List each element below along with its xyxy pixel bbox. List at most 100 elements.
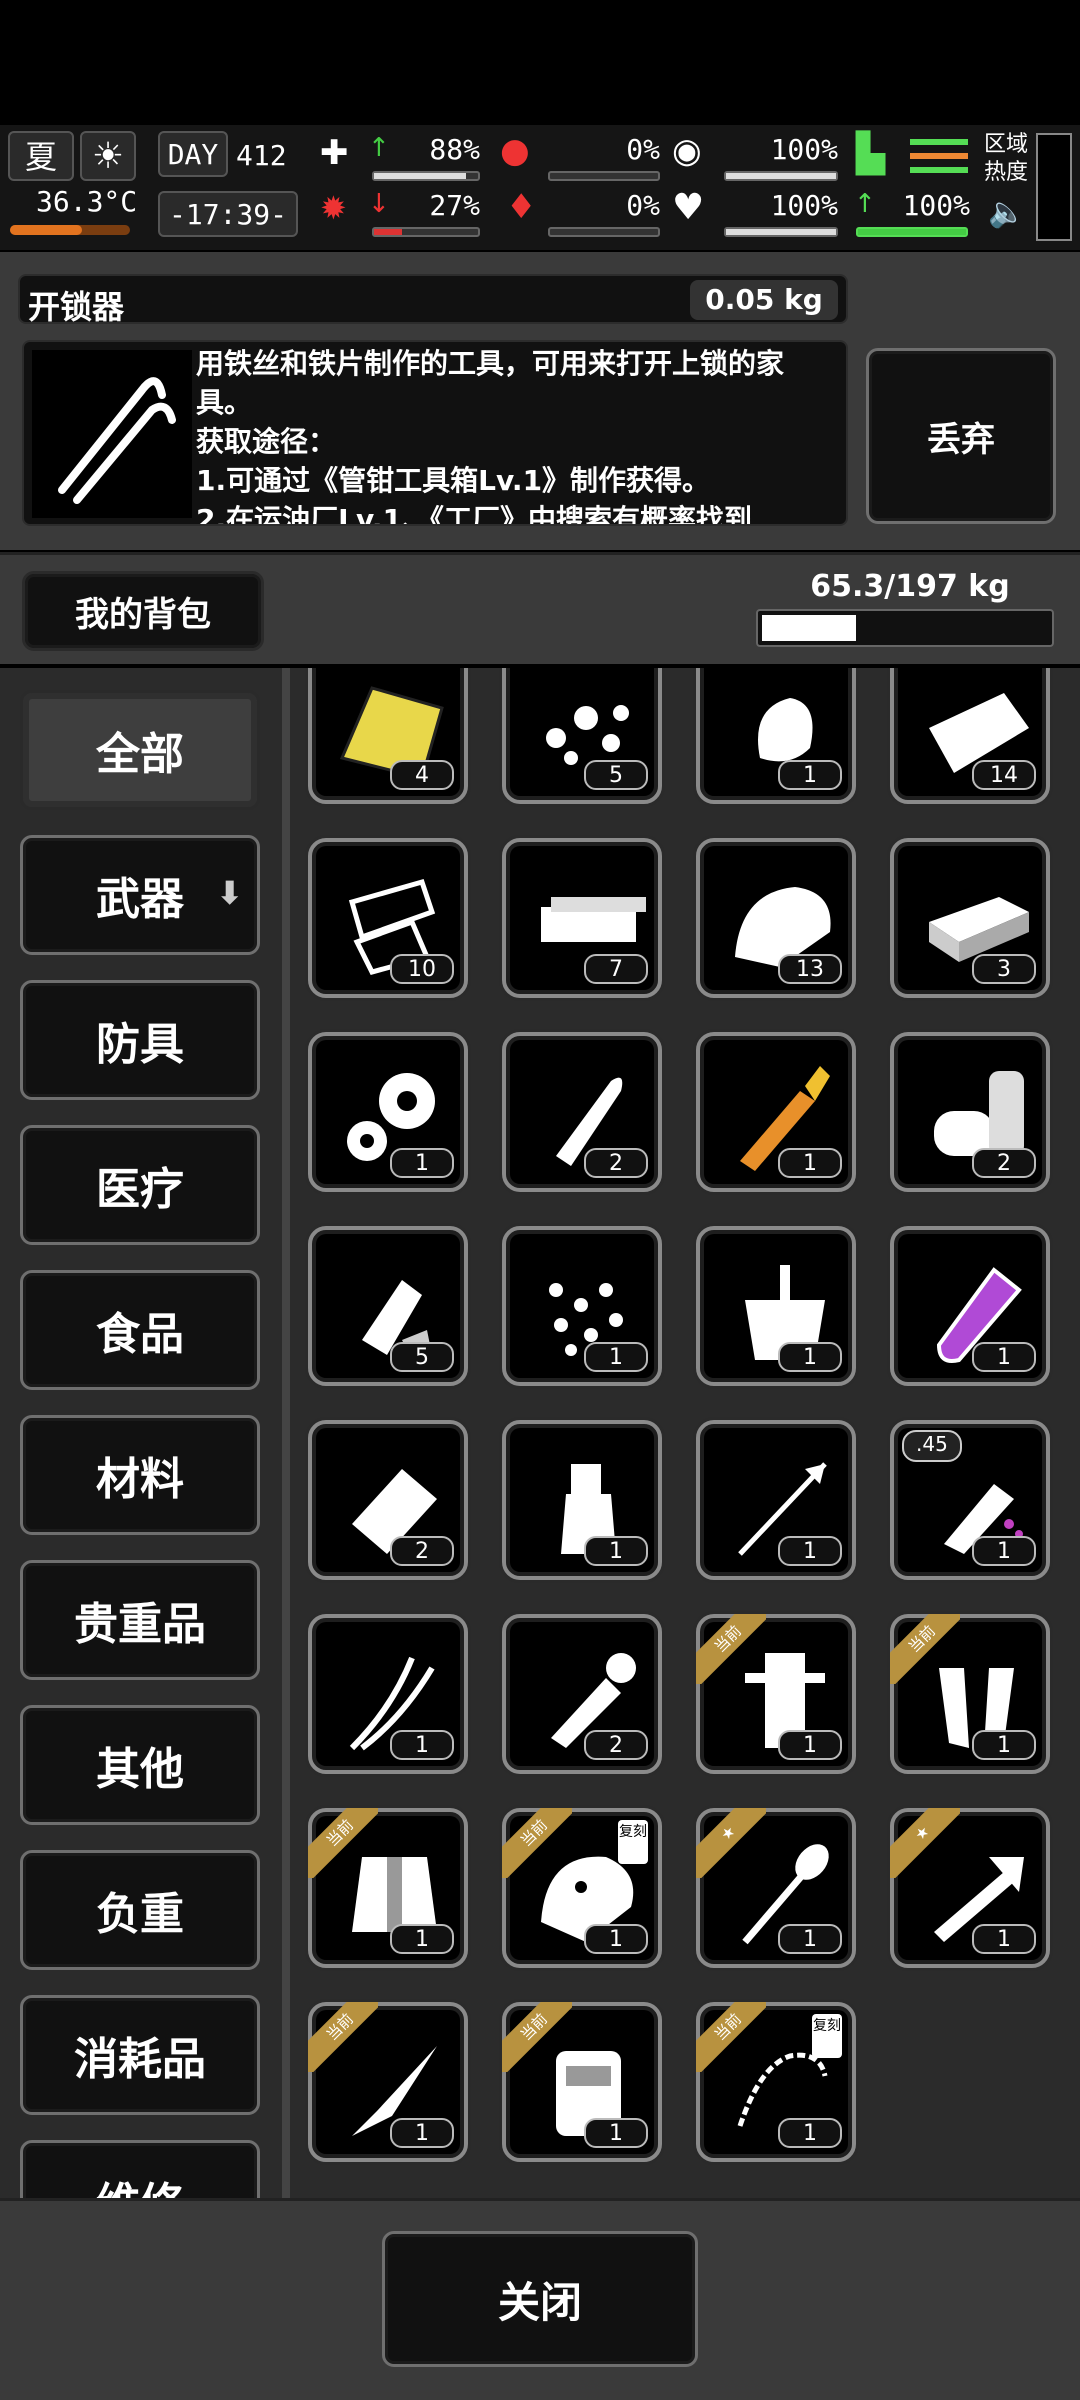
- infection-value: 27%: [429, 189, 480, 222]
- item-detail-panel: 开锁器 0.05 kg 用铁丝和铁片制作的工具，可用来打开上锁的家 具。 获取途…: [0, 252, 1080, 550]
- inventory-slot-gears[interactable]: 1: [308, 1032, 468, 1192]
- inventory-slot-plastic-bottle[interactable]: 5: [308, 1226, 468, 1386]
- item-count: 1: [778, 1730, 842, 1760]
- inventory-slot-shovel[interactable]: 1 ★: [696, 1808, 856, 1968]
- close-button[interactable]: 关闭: [382, 2231, 698, 2367]
- item-count: 1: [972, 1730, 1036, 1760]
- inventory-slot-cloth[interactable]: 14: [890, 668, 1050, 804]
- thirst-stat: ♦ 0%: [500, 187, 660, 243]
- inventory-slot-knife[interactable]: 1 当前: [308, 2002, 468, 2162]
- stamina2-value: 100%: [902, 189, 970, 222]
- stamina-stat: ◉ 100%: [668, 131, 838, 187]
- clock: -17:39-: [158, 191, 298, 237]
- category-tab[interactable]: 防具: [20, 980, 260, 1100]
- category-tab[interactable]: 食品: [20, 1270, 260, 1390]
- inventory-slot-hatchet[interactable]: 1 ★: [890, 1808, 1050, 1968]
- inventory-slot-leg-armor[interactable]: 1 当前: [696, 1614, 856, 1774]
- inventory-slot-brick[interactable]: 3: [890, 838, 1050, 998]
- inventory-slot-arrow[interactable]: 1: [696, 1420, 856, 1580]
- item-count: 1: [778, 1148, 842, 1178]
- inventory-slot-wrench[interactable]: 2: [502, 1614, 662, 1774]
- category-tab[interactable]: 负重: [20, 1850, 260, 1970]
- badge-label: 当前: [502, 2002, 572, 2072]
- speaker-icon[interactable]: 🔈: [988, 195, 1025, 230]
- category-tab[interactable]: 全部: [20, 690, 260, 810]
- category-tab[interactable]: 材料: [20, 1415, 260, 1535]
- backpack-header: 我的背包 65.3/197 kg: [0, 552, 1080, 664]
- thirst-value: 0%: [626, 189, 660, 222]
- item-count: 5: [584, 760, 648, 790]
- capsule-icon: ◉: [672, 131, 702, 171]
- stamina2-stat: ↑ 100%: [852, 187, 970, 243]
- item-count: 1: [778, 760, 842, 790]
- inventory-grid[interactable]: 4 5 1 14 10 7 13 3 1 2 1 2 5 1 1 1 2 1 1 1.45 1 2 1 当前 1 当前 1 当前 1 当前…: [290, 668, 1080, 2198]
- season-badge: 夏: [8, 131, 74, 181]
- category-tab[interactable]: 贵重品: [20, 1560, 260, 1680]
- item-count: 1: [584, 1536, 648, 1566]
- inventory-slot-towel[interactable]: 13: [696, 838, 856, 998]
- item-name: 开锁器: [28, 288, 125, 326]
- temperature-bar: [10, 225, 130, 235]
- inventory-slot-stone[interactable]: 1: [696, 668, 856, 804]
- lockpick-icon: [32, 350, 192, 518]
- inventory-slot-bag[interactable]: 2: [308, 1420, 468, 1580]
- inventory-slot-chain-whip[interactable]: 1 当前 复刻: [696, 2002, 856, 2162]
- inventory-slot-yellow-cloth[interactable]: 4: [308, 668, 468, 804]
- badge-label: 当前: [502, 1808, 572, 1878]
- inventory-slot-ammo-45[interactable]: 1.45: [890, 1420, 1050, 1580]
- sidebar-divider: [282, 668, 290, 2198]
- heart-icon: ♥: [672, 187, 705, 228]
- badge-label: ★: [890, 1808, 960, 1878]
- category-sidebar[interactable]: 全部武器 ⬇ 防具医疗食品材料贵重品其他负重消耗品维修: [0, 668, 282, 2198]
- health-value: 88%: [429, 133, 480, 166]
- replica-badge: 复刻: [618, 1820, 648, 1864]
- category-tab[interactable]: 消耗品: [20, 1995, 260, 2115]
- inventory-slot-test-tube[interactable]: 1: [890, 1226, 1050, 1386]
- inventory-slot-syringe[interactable]: 1: [696, 1032, 856, 1192]
- stamina2-bar: [856, 227, 968, 237]
- category-tab[interactable]: 医疗: [20, 1125, 260, 1245]
- category-tab[interactable]: 武器 ⬇: [20, 835, 260, 955]
- item-count: 1: [390, 2118, 454, 2148]
- mood-stat: ♥ 100%: [668, 187, 838, 243]
- item-count: 1: [390, 1730, 454, 1760]
- equipped-badge: ★: [890, 1808, 960, 1878]
- inventory-slot-bucket[interactable]: 1: [696, 1226, 856, 1386]
- inventory-slot-body-armor[interactable]: 1 当前: [308, 1808, 468, 1968]
- inventory-slot-dino-mask[interactable]: 1 当前 复刻: [502, 1808, 662, 1968]
- category-tab[interactable]: 维修: [20, 2140, 260, 2198]
- item-count: 1: [972, 1536, 1036, 1566]
- item-count: 1: [778, 2118, 842, 2148]
- desc-line: 1.可通过《管钳工具箱Lv.1》制作获得。: [196, 464, 711, 497]
- water-drop-icon: ♦: [506, 187, 537, 227]
- inventory-slot-rubble[interactable]: 5: [502, 668, 662, 804]
- category-tab[interactable]: 其他: [20, 1705, 260, 1825]
- inventory-slot-gloves[interactable]: 1 当前: [890, 1614, 1050, 1774]
- item-count: 1: [778, 1342, 842, 1372]
- category-label: 食品: [96, 1309, 184, 1360]
- badge-label: ★: [696, 1808, 766, 1878]
- item-count: 2: [390, 1536, 454, 1566]
- desc-line: 具。: [196, 386, 253, 419]
- inventory-slot-cash-stack[interactable]: 7: [502, 838, 662, 998]
- inventory-slot-wires[interactable]: 1: [308, 1614, 468, 1774]
- inventory-slot-spray-bottle[interactable]: 1: [502, 1420, 662, 1580]
- status-bar: 夏 ☀ 36.3°C DAY 412 -17:39- ✚ ↑ 88% ● 0% …: [0, 125, 1080, 250]
- item-count: 2: [584, 1148, 648, 1178]
- equipped-badge: 当前: [502, 2002, 572, 2072]
- up-arrow-icon: ↑: [368, 133, 390, 163]
- inventory-slot-bullet[interactable]: 2: [502, 1032, 662, 1192]
- item-count: 2: [972, 1148, 1036, 1178]
- category-label: 维修: [96, 2168, 184, 2198]
- item-count: 1: [778, 1536, 842, 1566]
- item-header: 开锁器 0.05 kg: [18, 274, 848, 326]
- inventory-slot-backpack-item[interactable]: 1 当前: [502, 2002, 662, 2162]
- inventory-slot-paper[interactable]: 10: [308, 838, 468, 998]
- inventory-slot-pellets[interactable]: 1: [502, 1226, 662, 1386]
- desc-line: 获取途径：: [196, 425, 337, 458]
- item-count: 4: [390, 760, 454, 790]
- discard-button[interactable]: 丢弃: [866, 348, 1056, 524]
- category-label: 贵重品: [74, 1599, 206, 1650]
- inventory-slot-cans[interactable]: 2: [890, 1032, 1050, 1192]
- thirst-bar: [548, 227, 660, 237]
